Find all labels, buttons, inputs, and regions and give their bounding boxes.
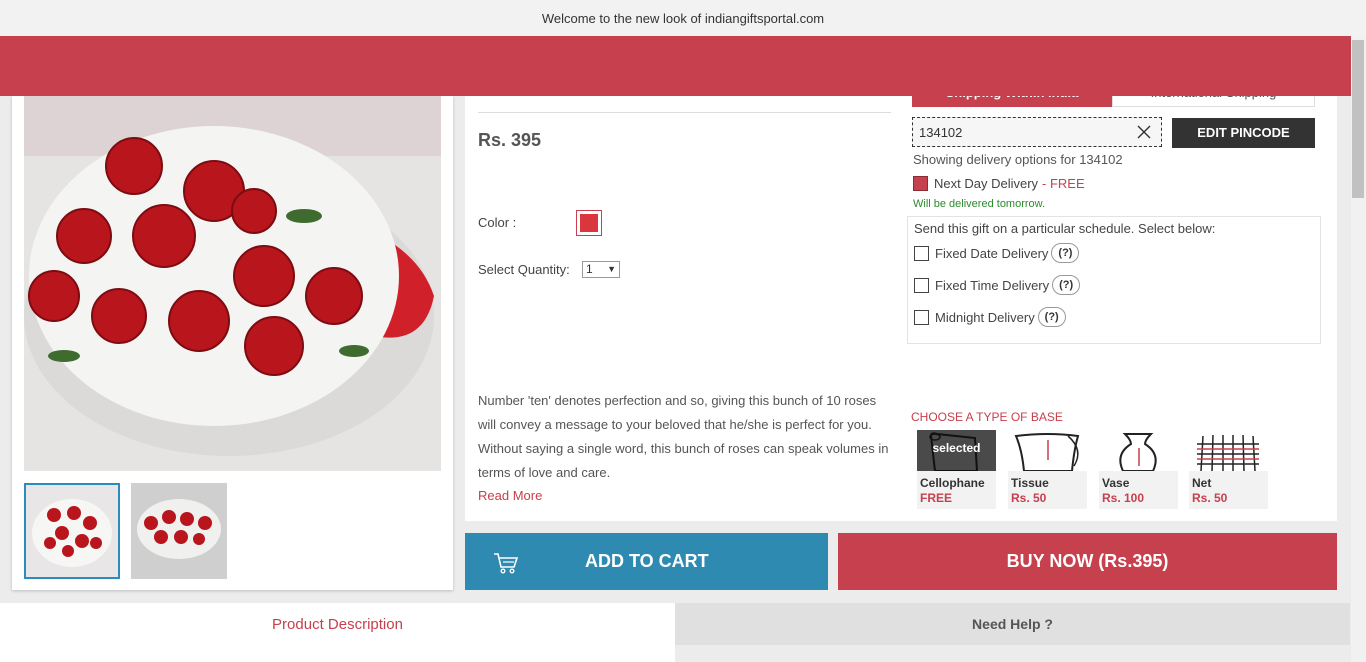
base-option-tissue[interactable]: Tissue Rs. 50 <box>1008 430 1087 509</box>
midnight-checkbox[interactable] <box>914 309 929 325</box>
help-icon[interactable]: (?) <box>1051 243 1080 263</box>
next-day-delivery-option[interactable]: Next Day Delivery - FREE <box>913 176 1085 191</box>
edit-pincode-button[interactable]: EDIT PINCODE <box>1172 118 1315 148</box>
user-account-icon[interactable] <box>1241 53 1271 81</box>
base-option-vase[interactable]: Vase Rs. 100 <box>1099 430 1178 509</box>
next-day-label: Next Day Delivery <box>934 176 1039 191</box>
base-price: Rs. 50 <box>1192 491 1228 505</box>
base-price: FREE <box>920 491 953 505</box>
product-main-image[interactable] <box>24 96 441 471</box>
welcome-text: Welcome to the new look of indiangiftspo… <box>541 10 825 26</box>
dropdown-arrow-icon: ▼ <box>607 264 616 274</box>
search-icon[interactable] <box>476 57 496 77</box>
gift-logo-icon <box>20 58 34 72</box>
base-name: Tissue <box>1011 476 1049 490</box>
cart-icon <box>494 553 519 574</box>
base-type-title: CHOOSE A TYPE OF BASE <box>911 410 1063 424</box>
categories-grid-icon[interactable] <box>1122 53 1152 81</box>
tab-product-description[interactable]: Product Description <box>0 603 675 662</box>
base-option-net[interactable]: Net Rs. 50 <box>1189 430 1268 509</box>
quantity-value: 1 <box>586 262 593 276</box>
midnight-delivery-option[interactable]: Midnight Delivery (?) <box>914 307 1066 327</box>
base-price: Rs. 100 <box>1102 491 1145 505</box>
tab-shipping-india[interactable]: Shipping Within India <box>912 85 1112 107</box>
quantity-label: Select Quantity: <box>478 262 570 277</box>
help-icon[interactable]: (?) <box>1037 307 1066 327</box>
pincode-input[interactable] <box>913 118 1133 146</box>
rose-bouquet-image <box>24 96 441 471</box>
site-logo[interactable]: igp .com <box>20 48 115 82</box>
color-swatch-red[interactable] <box>576 210 602 236</box>
fixed-date-delivery-option[interactable]: Fixed Date Delivery (?) <box>914 243 1080 263</box>
base-price: Rs. 50 <box>1011 491 1047 505</box>
product-thumbnail-2[interactable] <box>131 483 227 579</box>
fixed-time-label: Fixed Time Delivery <box>935 277 1050 293</box>
search-bar <box>168 49 505 83</box>
add-to-cart-button[interactable]: ADD TO CART <box>465 533 828 590</box>
delivery-options-text: Showing delivery options for 134102 <box>913 152 1123 167</box>
tissue-icon <box>1008 430 1087 471</box>
next-day-checkbox[interactable] <box>913 176 928 191</box>
thumbnail-rose-image <box>26 485 118 577</box>
chat-icon[interactable] <box>1049 53 1079 81</box>
welcome-bar: Welcome to the new look of indiangiftspo… <box>0 0 1366 36</box>
product-thumbnail-1[interactable] <box>24 483 120 579</box>
product-price: Rs. 395 <box>478 130 542 150</box>
base-name: Cellophane <box>920 476 985 490</box>
add-to-cart-label: ADD TO CART <box>585 551 709 571</box>
fixed-date-label: Fixed Date Delivery <box>935 245 1049 261</box>
tab-need-help[interactable]: Need Help ? <box>675 603 1350 645</box>
fixed-date-checkbox[interactable] <box>914 245 929 261</box>
fixed-time-delivery-option[interactable]: Fixed Time Delivery (?) <box>914 275 1081 295</box>
color-label: Color : <box>478 215 517 230</box>
logo-suffix: .com <box>79 58 115 78</box>
midnight-label: Midnight Delivery <box>935 309 1035 325</box>
help-icon[interactable]: (?) <box>1052 275 1081 295</box>
net-icon <box>1189 430 1268 471</box>
read-more-link[interactable]: Read More <box>478 488 542 503</box>
search-input[interactable] <box>168 49 458 83</box>
clear-pincode-icon[interactable] <box>1137 125 1151 139</box>
base-name: Vase <box>1102 476 1130 490</box>
schedule-title: Send this gift on a particular schedule.… <box>914 221 1216 236</box>
next-day-free-badge: - FREE <box>1042 176 1085 191</box>
quantity-select[interactable]: 1 ▼ <box>582 261 620 278</box>
vase-icon <box>1099 430 1178 471</box>
base-name: Net <box>1192 476 1212 490</box>
product-description: Number 'ten' denotes perfection and so, … <box>478 393 889 480</box>
thumbnail-rose-image <box>131 483 227 579</box>
buy-now-button[interactable]: BUY NOW (Rs.395) <box>838 533 1337 590</box>
cart-count-badge: 0 <box>1195 47 1211 60</box>
logo-text: igp <box>36 48 79 81</box>
tab-international-shipping[interactable]: International Shipping <box>1112 85 1315 107</box>
color-swatch-fill <box>580 214 598 232</box>
base-option-cellophane[interactable]: selected Cellophane FREE <box>917 430 996 509</box>
scrollbar-thumb[interactable] <box>1352 40 1364 198</box>
shipping-tabs: Shipping Within India International Ship… <box>912 85 1315 107</box>
delivery-estimate: Will be delivered tomorrow. <box>913 198 1046 210</box>
fixed-time-checkbox[interactable] <box>914 277 929 293</box>
selected-label: selected <box>932 441 981 455</box>
hamburger-menu-icon[interactable] <box>1300 53 1330 81</box>
pincode-field <box>912 117 1162 147</box>
divider <box>478 112 891 113</box>
